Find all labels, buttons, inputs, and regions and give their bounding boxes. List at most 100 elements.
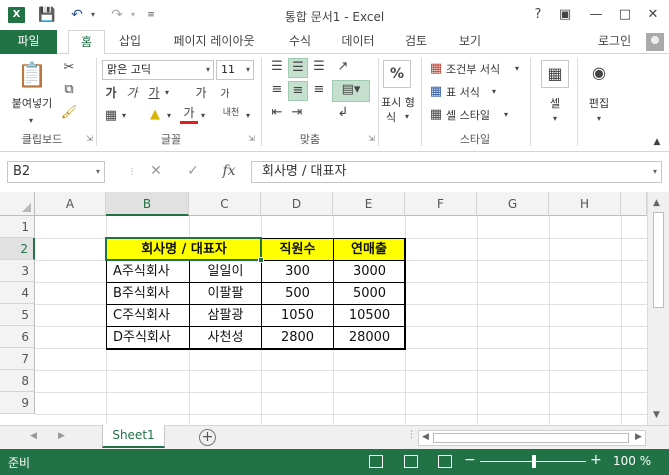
save-icon[interactable]: 💾 — [38, 5, 56, 25]
add-sheet-button[interactable]: + — [199, 429, 216, 446]
font-launcher-icon[interactable]: ⇲ — [248, 134, 255, 143]
table-cell[interactable]: B주식회사 — [106, 282, 189, 305]
zoom-slider-thumb[interactable] — [532, 455, 536, 468]
chevron-down-icon[interactable]: ▾ — [490, 83, 498, 101]
copy-icon[interactable]: ⧉ — [60, 81, 78, 99]
fill-handle[interactable] — [258, 257, 264, 263]
table-cell[interactable]: 사천성 — [189, 326, 261, 349]
borders-icon[interactable]: ▦ — [103, 107, 119, 125]
format-as-table-button[interactable]: 표 서식 — [446, 84, 490, 100]
cancel-entry-button[interactable]: ✕ — [147, 163, 165, 179]
formula-input[interactable]: 회사명 / 대표자 ▾ — [251, 161, 662, 183]
horizontal-scrollbar[interactable]: ◀ ▶ — [418, 430, 646, 446]
font-name-select[interactable]: 맑은 고딕 ▾ — [102, 60, 214, 80]
horizontal-scroll-thumb[interactable] — [433, 433, 629, 443]
scroll-up-icon[interactable]: ▲ — [653, 198, 660, 208]
orientation-icon[interactable]: ↗ — [334, 58, 352, 76]
table-header-employees[interactable]: 직원수 — [261, 238, 333, 261]
table-cell[interactable]: 1050 — [261, 304, 333, 327]
align-right-icon[interactable]: ≡ — [310, 81, 328, 99]
table-cell[interactable]: 500 — [261, 282, 333, 305]
chevron-down-icon[interactable]: ▾ — [513, 60, 521, 78]
fill-color-icon[interactable]: ▲ — [146, 106, 164, 124]
cell-styles-icon[interactable]: ▦ — [428, 106, 444, 124]
collapse-ribbon-icon[interactable]: ▲ — [651, 133, 663, 151]
table-header-company[interactable]: 회사명 / 대표자 — [106, 238, 261, 261]
underline-dropdown-icon[interactable]: ▾ — [163, 84, 171, 102]
cells-button[interactable]: 셀 — [541, 95, 569, 111]
underline-button[interactable]: 가 — [146, 84, 162, 102]
row-header-7[interactable]: 7 — [0, 348, 35, 370]
worksheet-grid[interactable]: A B C D E F G H 1 2 3 4 5 6 7 8 9 회사명 / … — [0, 192, 669, 425]
table-cell[interactable]: 삼팔광 — [189, 304, 261, 327]
tab-insert[interactable]: 삽입 — [110, 30, 150, 54]
column-header-h[interactable]: H — [549, 192, 621, 216]
chevron-down-icon[interactable]: ▾ — [502, 106, 510, 124]
next-sheet-icon[interactable]: ▶ — [58, 431, 65, 441]
editing-button[interactable]: 편집 — [584, 95, 614, 111]
column-header-g[interactable]: G — [477, 192, 549, 216]
close-button[interactable]: ✕ — [640, 4, 666, 26]
row-header-1[interactable]: 1 — [0, 216, 35, 238]
paste-dropdown-icon[interactable]: ▾ — [26, 112, 36, 130]
customize-qat-icon[interactable]: ≡ — [146, 5, 156, 25]
tab-file[interactable]: 파일 — [0, 30, 57, 54]
undo-icon[interactable]: ↶ — [68, 5, 86, 25]
table-cell[interactable]: 3000 — [333, 260, 405, 283]
tab-split-icon[interactable]: ⋮ — [407, 430, 416, 440]
vertical-scrollbar[interactable]: ▲ ▼ — [647, 192, 669, 425]
number-format-button[interactable]: % — [383, 60, 411, 88]
row-header-6[interactable]: 6 — [0, 326, 35, 348]
editing-dropdown-icon[interactable]: ▾ — [594, 110, 604, 128]
column-header-partial[interactable] — [621, 192, 647, 216]
page-layout-view-icon[interactable] — [404, 455, 418, 468]
column-header-f[interactable]: F — [405, 192, 477, 216]
page-break-view-icon[interactable] — [438, 455, 452, 468]
minimize-button[interactable]: — — [583, 4, 609, 26]
row-header-8[interactable]: 8 — [0, 370, 35, 392]
scroll-right-icon[interactable]: ▶ — [635, 432, 642, 442]
vertical-scroll-thumb[interactable] — [653, 212, 664, 308]
ribbon-display-options-icon[interactable]: ▣ — [552, 4, 578, 26]
grow-font-button[interactable]: 가 — [193, 84, 209, 102]
merge-center-icon[interactable]: ▤▾ — [332, 80, 370, 102]
shrink-font-button[interactable]: 가 — [218, 86, 232, 104]
table-cell[interactable]: 이팔팔 — [189, 282, 261, 305]
row-header-9[interactable]: 9 — [0, 392, 35, 414]
name-box[interactable]: B2 ▾ — [7, 161, 105, 183]
conditional-format-icon[interactable]: ▦ — [428, 60, 444, 78]
paste-button[interactable]: 붙여넣기 — [6, 95, 58, 111]
row-header-2[interactable]: 2 — [0, 238, 35, 260]
column-header-e[interactable]: E — [333, 192, 405, 216]
zoom-out-button[interactable]: − — [464, 452, 476, 468]
fill-color-dropdown-icon[interactable]: ▾ — [165, 107, 173, 125]
tab-formulas[interactable]: 수식 — [280, 30, 320, 54]
font-size-select[interactable]: 11 ▾ — [216, 60, 254, 80]
tab-view[interactable]: 보기 — [450, 30, 490, 54]
binoculars-icon[interactable]: ◉ — [586, 60, 612, 88]
format-painter-icon[interactable]: 🖌 — [60, 104, 78, 122]
table-cell[interactable]: 일일이 — [189, 260, 261, 283]
table-cell[interactable]: A주식회사 — [106, 260, 189, 283]
maximize-icon[interactable]: □ — [612, 4, 638, 26]
zoom-in-button[interactable]: + — [590, 452, 602, 468]
signin-link[interactable]: 로그인 — [598, 30, 631, 54]
paste-icon[interactable]: 📋 — [17, 60, 47, 90]
align-middle-icon[interactable]: ☰ — [288, 58, 308, 78]
column-header-b[interactable]: B — [106, 192, 189, 216]
cell-styles-button[interactable]: 셀 스타일 — [446, 107, 502, 123]
wrap-text-icon[interactable]: ↲ — [334, 104, 352, 122]
align-center-icon[interactable]: ≡ — [288, 81, 308, 101]
sheet-tab-sheet1[interactable]: Sheet1 — [102, 425, 165, 448]
zoom-level[interactable]: 100 % — [613, 454, 651, 468]
number-format-label[interactable]: 표시 형 — [376, 94, 420, 110]
avatar[interactable] — [646, 33, 664, 51]
table-cell[interactable]: 300 — [261, 260, 333, 283]
decrease-indent-icon[interactable]: ⇤ — [268, 104, 286, 122]
confirm-entry-button[interactable]: ✓ — [184, 163, 202, 179]
conditional-format-button[interactable]: 조건부 서식 — [446, 61, 512, 77]
table-cell[interactable]: D주식회사 — [106, 326, 189, 349]
phonetic-dropdown-icon[interactable]: ▾ — [244, 107, 252, 125]
select-all-button[interactable] — [0, 192, 35, 216]
font-color-dropdown-icon[interactable]: ▾ — [199, 107, 207, 125]
